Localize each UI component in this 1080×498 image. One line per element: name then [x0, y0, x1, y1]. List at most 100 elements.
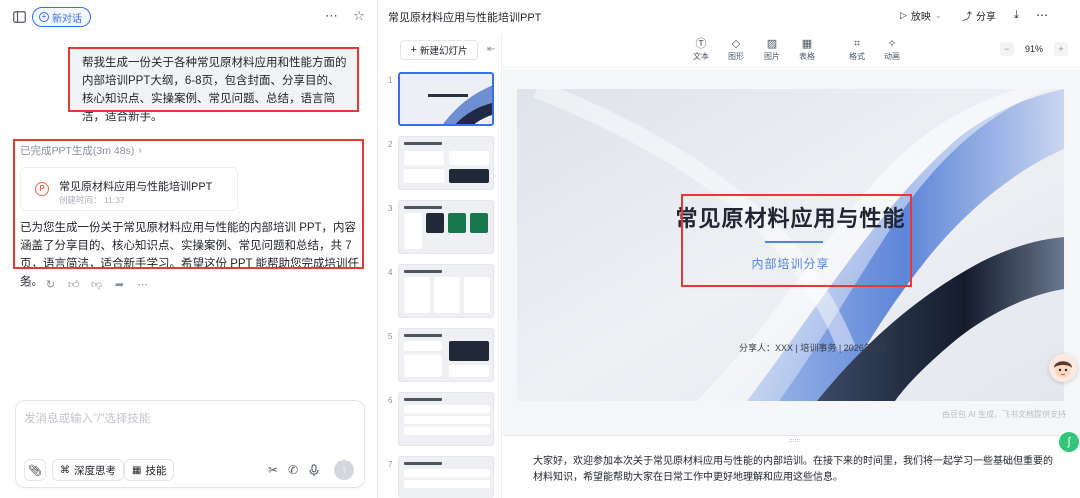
deep-think-label: 深度思考	[74, 464, 116, 477]
thumb-card	[449, 169, 489, 183]
message-composer[interactable]: 发消息或输入"/"选择技能 📎︎ ⌘ 深度思考 ▦ 技能 ✂ ✆ ↑	[15, 400, 365, 488]
collapse-panel-icon[interactable]: ⇤	[487, 44, 495, 55]
share-icon[interactable]: ➦	[114, 278, 125, 291]
tool-table-label: 表格	[799, 52, 815, 61]
slide-thumbnail-4[interactable]	[398, 264, 494, 318]
sidebar-toggle-icon[interactable]	[12, 10, 26, 24]
document-title: 常见原材料应用与性能培训PPT	[388, 12, 542, 24]
attach-button[interactable]: 📎︎	[24, 459, 46, 481]
send-button[interactable]: ↑	[334, 460, 354, 480]
share-arrow-icon: ⤴	[962, 11, 972, 23]
new-chat-button[interactable]: + 新对话	[32, 7, 91, 27]
slide-thumbnail-5[interactable]	[398, 328, 494, 382]
speaker-notes-text[interactable]: 大家好，欢迎参加本次关于常见原材料应用与性能的内部培训。在接下来的时间里，我们将…	[533, 454, 1053, 486]
chevron-right-icon: ›	[138, 145, 142, 156]
slide-thumbnail-3[interactable]	[398, 200, 494, 254]
tool-shape[interactable]: ◇ 图形	[721, 37, 751, 62]
generation-status-text: 已完成PPT生成(3m 48s)	[20, 145, 135, 157]
slide-thumbnail-2[interactable]	[398, 136, 494, 190]
thumb-title-bar	[404, 334, 442, 337]
microphone-icon[interactable]	[307, 463, 321, 477]
slide-thumbnail-7[interactable]	[398, 456, 494, 498]
tool-shape-label: 图形	[728, 52, 744, 61]
zoom-value[interactable]: 91%	[1014, 44, 1054, 54]
thumb-title-bar	[404, 462, 442, 465]
slide-canvas[interactable]: 常见原材料应用与性能 内部培训分享 分享人：XXX | 培训事务 | 2026年…	[517, 89, 1064, 401]
thumb-card	[404, 277, 430, 313]
paperclip-icon: 📎︎	[28, 464, 42, 477]
assistant-avatar[interactable]	[1049, 354, 1077, 382]
file-created-value: 11:37	[103, 195, 125, 205]
assistant-fab-icon[interactable]: ʃ	[1059, 432, 1079, 452]
tool-table[interactable]: ▦ 表格	[792, 37, 822, 62]
slide-background-art	[517, 89, 1064, 401]
more-actions-icon[interactable]: ⋯	[137, 278, 148, 291]
message-actions: ⧉ ↻ 👍︎ 👎︎ ➦ ⋯	[22, 278, 148, 291]
tool-text[interactable]: Ⓣ 文本	[686, 37, 716, 62]
thumb-card	[449, 151, 489, 165]
thumb-card	[404, 427, 490, 435]
slide-thumbnail-panel: + 新建幻灯片 ⇤ 1 2 3 4 5 6 7	[384, 34, 502, 498]
composer-placeholder[interactable]: 发消息或输入"/"选择技能	[24, 410, 150, 426]
slide-number: 3	[388, 204, 393, 213]
new-slide-button[interactable]: + 新建幻灯片	[400, 40, 478, 60]
tool-format-label: 格式	[849, 52, 865, 61]
more-options-icon[interactable]: ⋯	[324, 8, 340, 23]
thumb-card	[426, 213, 444, 233]
image-icon: ▨	[766, 38, 778, 50]
tool-format[interactable]: ⌗ 格式	[842, 37, 872, 62]
download-icon[interactable]: ⤓	[1014, 6, 1019, 24]
thumb-title-bar	[404, 142, 442, 145]
slide-number: 6	[388, 396, 393, 405]
chat-panel: + 新对话 ⋯ ☆ 帮我生成一份关于各种常见原材料应用和性能方面的内部培训PPT…	[0, 0, 378, 498]
file-created-label: 创建时间：	[59, 195, 102, 205]
thumb-title-bar	[404, 206, 442, 209]
copy-icon[interactable]: ⧉	[22, 278, 33, 291]
share-button[interactable]: ⤴ 分享	[962, 6, 996, 24]
slide-title-divider	[765, 241, 823, 243]
app-window: + 新对话 ⋯ ☆ 帮我生成一份关于各种常见原材料应用和性能方面的内部培训PPT…	[0, 0, 1080, 498]
thumb-card	[449, 341, 489, 361]
regenerate-icon[interactable]: ↻	[45, 278, 56, 291]
ppt-file-card[interactable]: P 常见原材料应用与性能培训PPT 创建时间： 11:37	[20, 167, 238, 211]
speaker-notes[interactable]: 大家好，欢迎参加本次关于常见原材料应用与性能的内部培训。在接下来的时间里，我们将…	[503, 435, 1080, 498]
thumbs-down-icon[interactable]: 👎︎	[91, 278, 102, 291]
tool-animation-label: 动画	[884, 52, 900, 61]
more-menu-icon[interactable]: ⋯	[1036, 6, 1048, 24]
thumb-card	[404, 213, 422, 249]
star-icon[interactable]: ☆	[352, 8, 366, 23]
insert-toolbar: Ⓣ 文本 ◇ 图形 ▨ 图片 ▦ 表格 ⌗ 格式 ✧ 动画 − 91% +	[502, 34, 1080, 68]
tool-animation[interactable]: ✧ 动画	[877, 37, 907, 62]
tool-image[interactable]: ▨ 图片	[757, 37, 787, 62]
deep-think-button[interactable]: ⌘ 深度思考	[52, 459, 124, 481]
thumb-card	[404, 416, 490, 424]
slide-number: 2	[388, 140, 393, 149]
thumb-1-background	[400, 74, 492, 124]
skills-button[interactable]: ▦ 技能	[124, 459, 175, 481]
resize-handle[interactable]	[790, 439, 800, 442]
slide-meta[interactable]: 分享人：XXX | 培训事务 | 2026年2月	[739, 341, 887, 354]
zoom-in-button[interactable]: +	[1054, 42, 1068, 56]
play-button[interactable]: ▷ 放映 ⌄	[900, 6, 942, 24]
thumb-card	[404, 480, 490, 488]
user-message-bubble: 帮我生成一份关于各种常见原材料应用和性能方面的内部培训PPT大纲，6-8页，包含…	[70, 48, 358, 123]
thumb-card	[404, 469, 490, 477]
arrow-up-icon: ↑	[341, 464, 347, 476]
slide-title[interactable]: 常见原材料应用与性能	[517, 201, 1064, 233]
thumb-card	[464, 277, 490, 313]
thumb-card	[404, 405, 490, 413]
slide-subtitle[interactable]: 内部培训分享	[517, 255, 1064, 272]
chat-header: + 新对话 ⋯ ☆	[0, 0, 378, 34]
slide-thumbnail-6[interactable]	[398, 392, 494, 446]
new-chat-label: 新对话	[52, 13, 82, 25]
text-icon: Ⓣ	[695, 38, 707, 50]
zoom-control: − 91% +	[1000, 40, 1068, 58]
skills-label: 技能	[145, 464, 167, 477]
scissors-icon[interactable]: ✂	[266, 463, 280, 477]
thumbs-up-icon[interactable]: 👍︎	[68, 278, 80, 291]
phone-icon[interactable]: ✆	[286, 463, 300, 477]
generation-status[interactable]: 已完成PPT生成(3m 48s) ›	[20, 143, 142, 158]
zoom-out-button[interactable]: −	[1000, 42, 1014, 56]
slide-thumbnail-1[interactable]	[398, 72, 494, 126]
slide-number: 4	[388, 268, 393, 277]
